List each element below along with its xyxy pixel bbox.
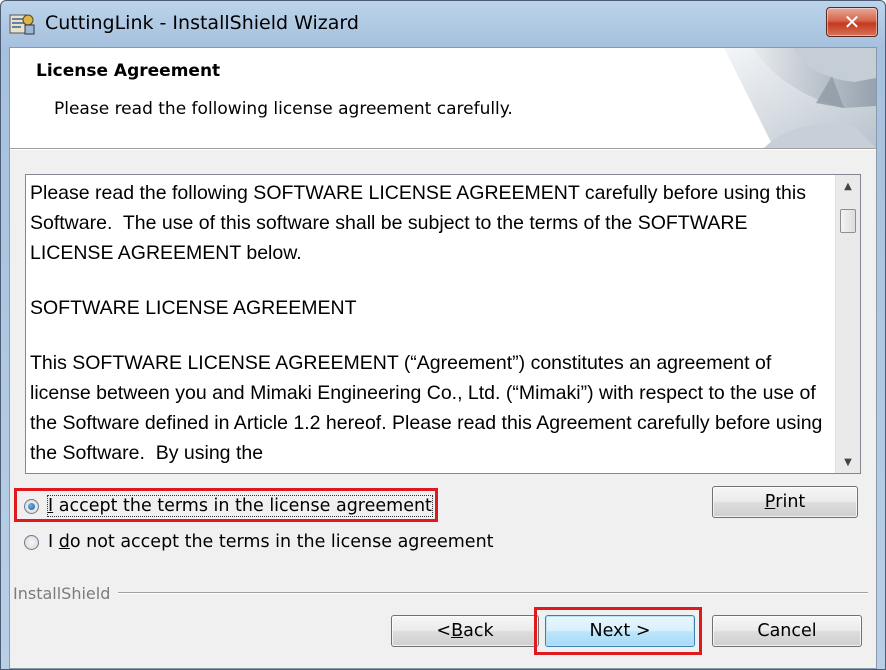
page-subtitle: Please read the following license agreem…: [54, 99, 513, 119]
footer-separator: [118, 592, 868, 594]
scroll-up-arrow-icon[interactable]: ▲: [836, 175, 860, 197]
installshield-branding: InstallShield: [13, 582, 868, 604]
cancel-button[interactable]: Cancel: [712, 615, 862, 647]
page-title: License Agreement: [36, 61, 221, 81]
accept-terms-radio[interactable]: I accept the terms in the license agreem…: [24, 494, 433, 518]
banner-art-icon: [724, 48, 876, 148]
decline-terms-radio[interactable]: I do not accept the terms in the license…: [24, 530, 494, 554]
print-button[interactable]: Print: [712, 486, 858, 518]
license-paragraph: SOFTWARE LICENSE AGREEMENT: [30, 297, 357, 319]
installer-window: CuttingLink - InstallShield Wizard ✕ Lic…: [0, 0, 886, 670]
brand-label: InstallShield: [13, 583, 111, 603]
window-title: CuttingLink - InstallShield Wizard: [45, 12, 359, 34]
next-button[interactable]: Next >: [545, 615, 695, 647]
radio-unselected-icon[interactable]: [24, 534, 39, 550]
wizard-body: License Agreement Please read the follow…: [9, 47, 877, 669]
title-bar[interactable]: CuttingLink - InstallShield Wizard ✕: [1, 1, 885, 47]
installer-app-icon: [9, 14, 35, 35]
vertical-scrollbar[interactable]: ▲ ▼: [835, 175, 860, 473]
header-banner: License Agreement Please read the follow…: [10, 48, 876, 148]
header-separator: [10, 148, 876, 150]
license-text: Please read the following SOFTWARE LICEN…: [30, 178, 830, 473]
close-button[interactable]: ✕: [826, 7, 878, 37]
accept-terms-label[interactable]: I accept the terms in the license agreem…: [47, 495, 433, 517]
license-paragraph: This SOFTWARE LICENSE AGREEMENT (“Agreem…: [30, 352, 828, 464]
scroll-down-arrow-icon[interactable]: ▼: [836, 451, 860, 473]
license-text-area[interactable]: Please read the following SOFTWARE LICEN…: [25, 174, 861, 474]
decline-terms-label[interactable]: I do not accept the terms in the license…: [48, 532, 494, 552]
license-paragraph: Please read the following SOFTWARE LICEN…: [30, 182, 812, 264]
back-button[interactable]: < Back: [391, 615, 539, 647]
close-icon: ✕: [843, 10, 861, 34]
radio-selected-icon[interactable]: [24, 498, 39, 514]
scroll-thumb[interactable]: [840, 209, 856, 233]
